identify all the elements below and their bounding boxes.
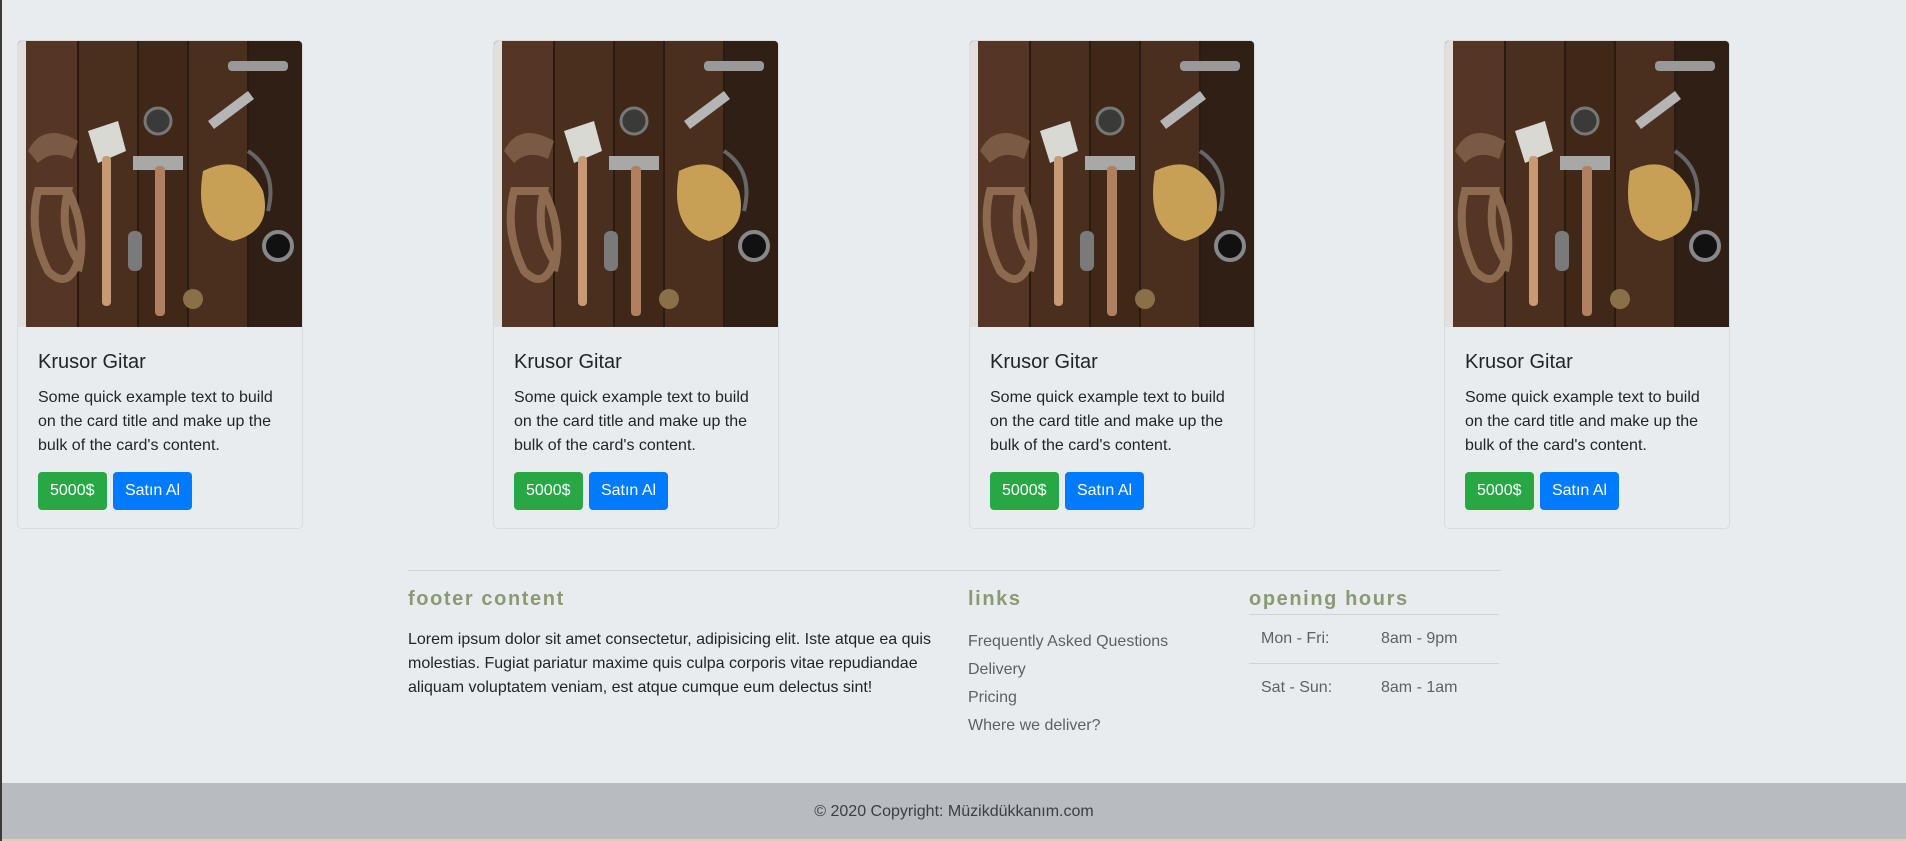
hours-time: 8am - 1am: [1369, 663, 1499, 712]
tools-image: [494, 41, 779, 327]
footer-link-pricing[interactable]: Pricing: [968, 684, 1168, 712]
footer-content-heading: footer content: [408, 588, 565, 610]
card-title: Krusor Gitar: [1465, 351, 1573, 373]
footer-content-text: Lorem ipsum dolor sit amet consectetur, …: [408, 631, 931, 696]
card-text: Some quick example text to build on the …: [38, 389, 273, 454]
price-button[interactable]: 5000$: [990, 472, 1059, 510]
card-body: Krusor Gitar Some quick example text to …: [970, 327, 1254, 510]
buy-button[interactable]: Satın Al: [588, 472, 669, 510]
price-button[interactable]: 5000$: [1465, 472, 1534, 510]
product-card: Krusor Gitar Some quick example text to …: [1444, 40, 1730, 529]
footer-link-delivery[interactable]: Delivery: [968, 656, 1168, 684]
footer-link-faq[interactable]: Frequently Asked Questions: [968, 628, 1168, 656]
tools-image: [1445, 41, 1730, 327]
tools-image: [18, 41, 303, 327]
copyright-bar: © 2020 Copyright: Müzikdükkanım.com: [2, 783, 1906, 841]
buy-button[interactable]: Satın Al: [1539, 472, 1620, 510]
product-card: Krusor Gitar Some quick example text to …: [969, 40, 1255, 529]
product-card: Krusor Gitar Some quick example text to …: [17, 40, 303, 529]
hours-row: Sat - Sun: 8am - 1am: [1249, 663, 1499, 712]
price-button[interactable]: 5000$: [38, 472, 107, 510]
product-card-row: Krusor Gitar Some quick example text to …: [0, 40, 1906, 532]
card-body: Krusor Gitar Some quick example text to …: [1445, 327, 1729, 510]
card-body: Krusor Gitar Some quick example text to …: [494, 327, 778, 510]
card-title: Krusor Gitar: [38, 351, 146, 373]
hours-day: Sat - Sun:: [1249, 663, 1369, 712]
footer-links-list: Frequently Asked Questions Delivery Pric…: [968, 628, 1168, 740]
links-heading: links: [968, 588, 1022, 610]
opening-hours-table: Mon - Fri: 8am - 9pm Sat - Sun: 8am - 1a…: [1249, 614, 1499, 712]
opening-hours-heading: opening hours: [1249, 588, 1409, 610]
price-button[interactable]: 5000$: [514, 472, 583, 510]
footer-link-where-deliver[interactable]: Where we deliver?: [968, 712, 1168, 740]
copyright-text: © 2020 Copyright: Müzikdükkanım.com: [814, 803, 1094, 820]
hours-row: Mon - Fri: 8am - 9pm: [1249, 614, 1499, 664]
hours-time: 8am - 9pm: [1369, 614, 1499, 664]
card-text: Some quick example text to build on the …: [990, 389, 1225, 454]
card-body: Krusor Gitar Some quick example text to …: [18, 327, 302, 510]
card-title: Krusor Gitar: [514, 351, 622, 373]
card-text: Some quick example text to build on the …: [1465, 389, 1700, 454]
card-text: Some quick example text to build on the …: [514, 389, 749, 454]
card-title: Krusor Gitar: [990, 351, 1098, 373]
tools-image: [970, 41, 1255, 327]
product-card: Krusor Gitar Some quick example text to …: [493, 40, 779, 529]
hours-day: Mon - Fri:: [1249, 614, 1369, 664]
buy-button[interactable]: Satın Al: [112, 472, 193, 510]
buy-button[interactable]: Satın Al: [1064, 472, 1145, 510]
footer-divider: [408, 570, 1501, 571]
